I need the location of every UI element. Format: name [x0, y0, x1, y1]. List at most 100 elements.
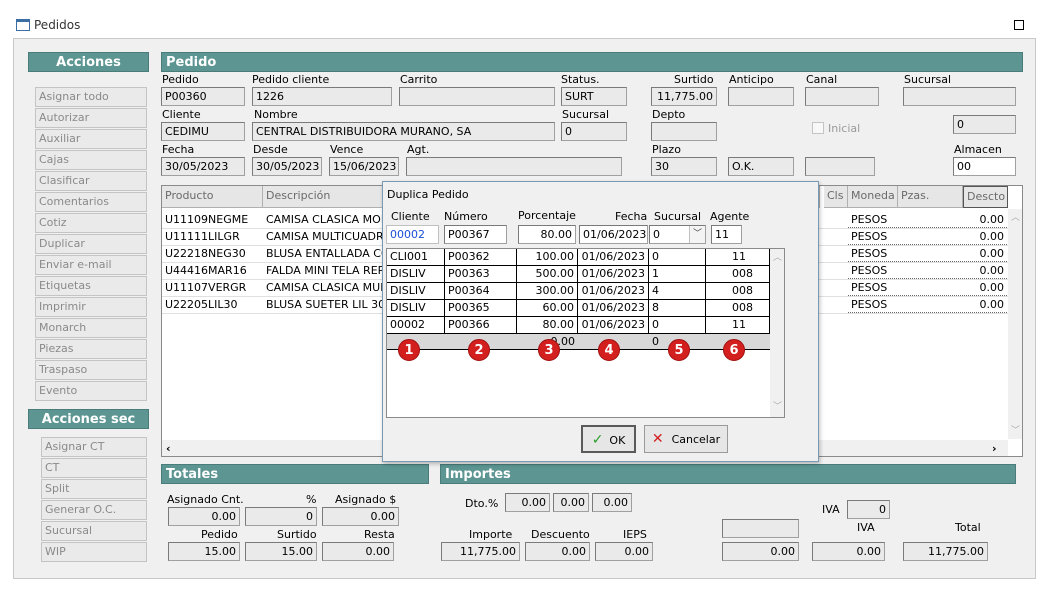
sidebar-item[interactable]: Imprimir [35, 297, 147, 317]
agt-field[interactable] [406, 157, 622, 176]
acciones-header: Acciones [28, 52, 149, 72]
pedido-field[interactable]: P00360 [161, 87, 245, 106]
sidebar-item[interactable]: Clasificar [35, 171, 147, 191]
label-ieps: IEPS [623, 528, 647, 541]
pedido-total-field[interactable]: 15.00 [168, 542, 240, 561]
asignado-cnt-field[interactable]: 0.00 [168, 507, 240, 526]
fecha-field[interactable]: 30/05/2023 [161, 157, 245, 176]
col-producto[interactable]: Producto [162, 186, 263, 208]
sidebar-item[interactable]: Enviar e-mail [35, 255, 147, 275]
sidebar-item[interactable]: Monarch [35, 318, 147, 338]
subtotal-field[interactable]: 0.00 [722, 542, 799, 561]
surtido-field[interactable]: 11,775.00 [651, 87, 717, 106]
sidebar-item[interactable]: Comentarios [35, 192, 147, 212]
sidebar-sec-item[interactable]: Sucursal [41, 521, 147, 541]
surtido-total-field[interactable]: 15.00 [245, 542, 317, 561]
col-pzas[interactable]: Pzas. [898, 186, 963, 208]
dlg-scroll-up-icon[interactable]: ︿ [773, 252, 782, 265]
sidebar-item[interactable]: Auxiliar [35, 129, 147, 149]
sidebar-sec-item[interactable]: CT [41, 458, 147, 478]
nombre-field[interactable]: CENTRAL DISTRIBUIDORA MURANO, SA [252, 122, 555, 141]
sucursal2-field[interactable]: 0 [561, 122, 627, 141]
sidebar-item[interactable]: Piezas [35, 339, 147, 359]
dlg-cliente-input[interactable]: 00002 [386, 225, 439, 244]
label-sucursal: Sucursal [904, 73, 952, 86]
col-cls[interactable]: Cls [824, 186, 848, 208]
desde-field[interactable]: 30/05/2023 [252, 157, 322, 176]
dlg-row[interactable]: CLI001 P00362 100.00 01/06/2023 0 11 [387, 249, 770, 266]
dlg-cell-sucursal: 8 [649, 300, 706, 317]
dlg-porcentaje-input[interactable]: 80.00 [518, 225, 576, 244]
scroll-right-icon[interactable]: › [992, 442, 997, 455]
iva-field[interactable]: 0.00 [812, 542, 885, 561]
dto2-field[interactable]: 0.00 [553, 493, 589, 512]
sidebar-item[interactable]: Autorizar [35, 108, 147, 128]
dlg-label-numero: Número [444, 210, 488, 223]
dlg-row[interactable]: DISLIV P00365 60.00 01/06/2023 8 008 [387, 300, 770, 317]
sidebar-item[interactable]: Asignar todo [35, 87, 147, 107]
dlg-agente-input[interactable]: 11 [711, 225, 742, 244]
plazo-field[interactable]: 30 [651, 157, 717, 176]
ok-button[interactable]: ✓ OK [581, 425, 636, 453]
scroll-up-icon[interactable]: ︿ [1011, 212, 1020, 225]
dto1-field[interactable]: 0.00 [505, 493, 550, 512]
inicial-checkbox[interactable] [812, 122, 824, 134]
resta-field[interactable]: 0.00 [322, 542, 394, 561]
scroll-left-icon[interactable]: ‹ [166, 442, 171, 455]
label-anticipo: Anticipo [729, 73, 774, 86]
dlg-row[interactable]: DISLIV P00363 500.00 01/06/2023 1 008 [387, 266, 770, 283]
pedido-cliente-field[interactable]: 1226 [252, 87, 392, 106]
dlg-cell-agente: 11 [706, 317, 770, 334]
importe-field[interactable]: 11,775.00 [441, 542, 520, 561]
dlg-sucursal-dropdown-icon[interactable]: ﹀ [689, 226, 705, 243]
sidebar-sec-item[interactable]: WIP [41, 542, 147, 562]
dlg-cell-cliente: DISLIV [387, 283, 445, 300]
maximize-icon[interactable] [1014, 20, 1024, 30]
cliente-field[interactable]: CEDIMU [161, 122, 245, 141]
label-iva: IVA [857, 521, 875, 534]
depto-field[interactable] [651, 122, 717, 141]
asignado-s-field[interactable]: 0.00 [322, 507, 399, 526]
right-zero-field[interactable]: 0 [953, 115, 1016, 134]
sidebar-sec-item[interactable]: Asignar CT [41, 437, 147, 457]
ieps-field[interactable]: 0.00 [595, 542, 653, 561]
col-descto[interactable]: Descto [963, 186, 1008, 208]
dlg-scroll-down-icon[interactable]: ﹀ [773, 401, 782, 414]
pct-field[interactable]: 0 [245, 507, 317, 526]
blank-field[interactable] [805, 157, 875, 176]
scroll-down-icon[interactable]: ﹀ [1011, 425, 1020, 438]
iva-rate-field[interactable]: 0 [847, 500, 890, 519]
blank-import-field[interactable] [722, 519, 799, 538]
canal-field[interactable] [805, 87, 879, 106]
dlg-vscroll[interactable]: ︿ ﹀ [770, 249, 784, 417]
sidebar-item[interactable]: Traspaso [35, 360, 147, 380]
almacen-field[interactable]: 00 [953, 157, 1016, 176]
vence-field[interactable]: 15/06/2023 [329, 157, 399, 176]
col-moneda[interactable]: Moneda [848, 186, 898, 208]
col-descripcion[interactable]: Descripción [263, 186, 388, 208]
dlg-numero-input[interactable]: P00367 [444, 225, 507, 244]
sidebar-item[interactable]: Evento [35, 381, 147, 401]
sidebar-item[interactable]: Etiquetas [35, 276, 147, 296]
dlg-row[interactable]: 00002 P00366 80.00 01/06/2023 0 11 [387, 317, 770, 334]
grid-vscroll[interactable]: ︿ ﹀ [1008, 209, 1022, 439]
dlg-table[interactable]: CLI001 P00362 100.00 01/06/2023 0 11 DISLIV P00… [386, 248, 785, 418]
sidebar-sec-item[interactable]: Generar O.C. [41, 500, 147, 520]
sidebar-item[interactable]: Duplicar [35, 234, 147, 254]
dlg-cell-numero: P00366 [445, 317, 517, 334]
dlg-cell-fecha: 01/06/2023 [578, 300, 649, 317]
ok-status-field[interactable]: O.K. [728, 157, 794, 176]
sidebar-item[interactable]: Cajas [35, 150, 147, 170]
total-field[interactable]: 11,775.00 [903, 542, 988, 561]
sucursal-field[interactable] [903, 87, 1016, 106]
dlg-row[interactable]: DISLIV P00364 300.00 01/06/2023 4 008 [387, 283, 770, 300]
sidebar-item[interactable]: Cotiz [35, 213, 147, 233]
carrito-field[interactable] [399, 87, 555, 106]
dto3-field[interactable]: 0.00 [592, 493, 632, 512]
status-field[interactable]: SURT [561, 87, 627, 106]
anticipo-field[interactable] [728, 87, 794, 106]
cancel-button[interactable]: ✕ Cancelar [644, 425, 728, 453]
dlg-fecha-input[interactable]: 01/06/2023 [579, 225, 648, 244]
descuento-field[interactable]: 0.00 [525, 542, 590, 561]
sidebar-sec-item[interactable]: Split [41, 479, 147, 499]
